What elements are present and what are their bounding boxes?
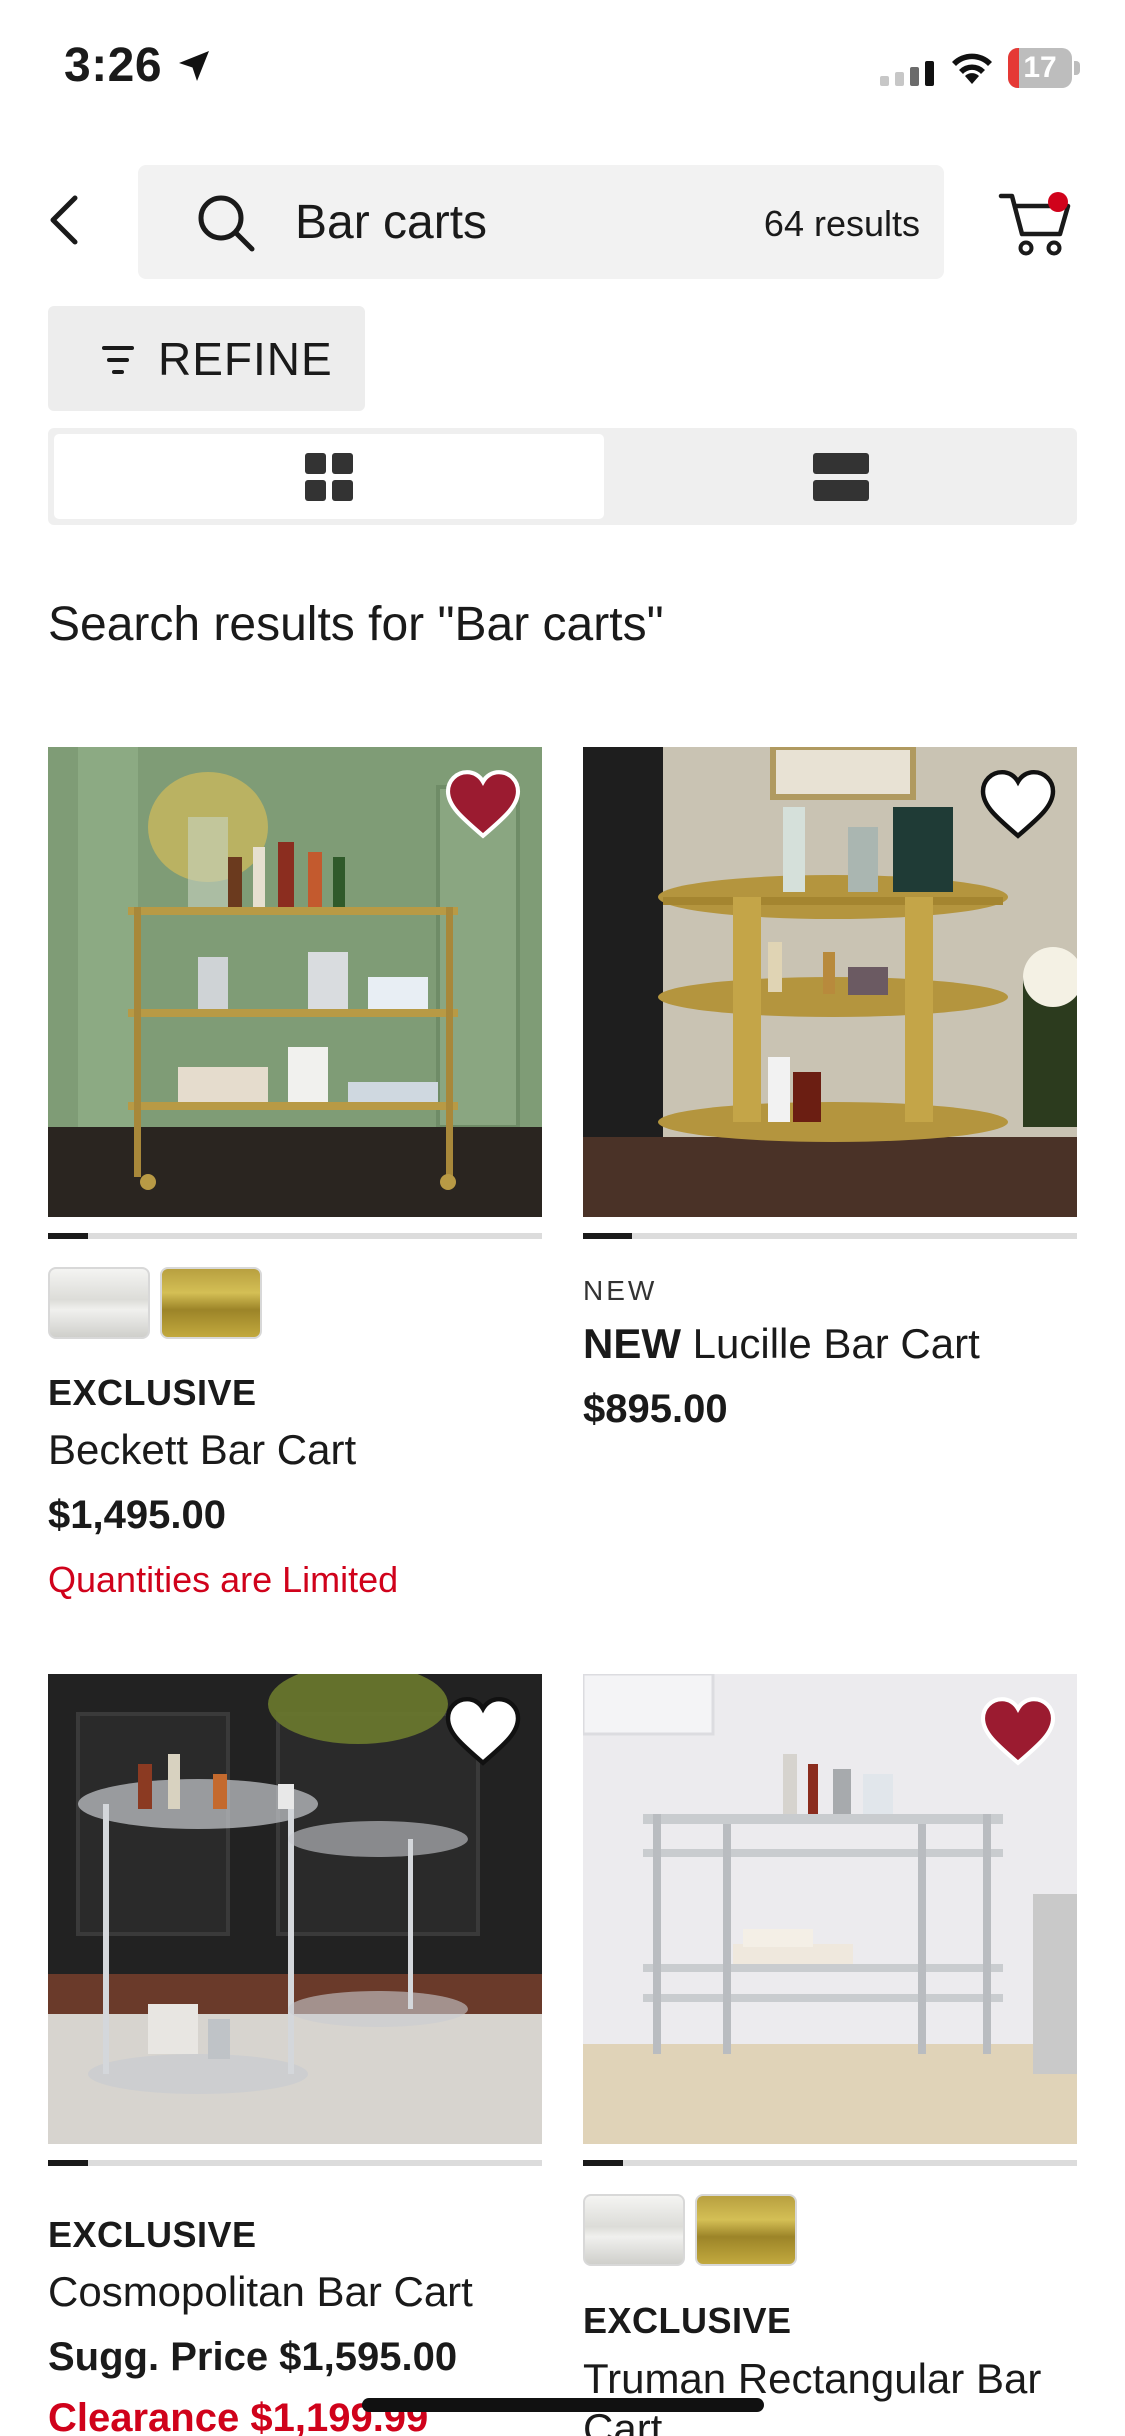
product-card[interactable]: EXCLUSIVE Beckett Bar Cart $1,495.00 Qua… [48, 747, 542, 1617]
image-carousel-indicator [583, 1233, 1077, 1239]
product-name[interactable]: Cosmopolitan Bar Cart [48, 2267, 542, 2317]
search-icon [198, 195, 255, 252]
favorite-heart-icon[interactable] [444, 1696, 522, 1766]
exclusive-badge: EXCLUSIVE [583, 2300, 792, 2341]
favorite-heart-icon[interactable] [979, 769, 1057, 839]
limited-quantity-note: Quantities are Limited [48, 1559, 399, 1600]
product-price: $1,495.00 [48, 1493, 226, 1537]
product-price: $895.00 [583, 1387, 728, 1431]
status-bar: 3:26 17 [0, 0, 1125, 135]
product-name[interactable]: Beckett Bar Cart [48, 1425, 542, 1475]
brass-swatch[interactable] [160, 1267, 262, 1339]
filter-lines-icon [102, 346, 134, 374]
search-query[interactable]: Bar carts [295, 195, 487, 251]
product-card[interactable]: EXCLUSIVE Truman Rectangular Bar Cart [583, 1674, 1077, 2436]
exclusive-badge: EXCLUSIVE [48, 2214, 257, 2255]
product-name[interactable]: NEW Lucille Bar Cart [583, 1319, 1077, 1369]
status-time: 3:26 [64, 39, 163, 92]
exclusive-badge: EXCLUSIVE [48, 1372, 257, 1413]
home-indicator [362, 2398, 764, 2412]
silver-swatch[interactable] [48, 1267, 150, 1339]
cart-notification-dot [1048, 192, 1068, 212]
new-prefix: NEW [583, 1320, 681, 1367]
cart-button[interactable] [998, 188, 1072, 258]
favorite-heart-icon[interactable] [979, 1696, 1057, 1766]
back-button[interactable] [38, 190, 90, 250]
new-tag: NEW [583, 1275, 658, 1306]
refine-button[interactable]: REFINE [48, 306, 365, 411]
product-card[interactable]: EXCLUSIVE Cosmopolitan Bar Cart Sugg. Pr… [48, 1674, 542, 2436]
grid-view-button[interactable] [54, 434, 604, 519]
image-carousel-indicator [583, 2160, 1077, 2166]
search-bar[interactable]: Bar carts 64 results [138, 165, 944, 279]
view-toggle [48, 428, 1077, 525]
product-image[interactable] [583, 747, 1077, 1217]
product-card[interactable]: NEW NEW Lucille Bar Cart $895.00 [583, 747, 1077, 1447]
color-swatches [583, 2194, 797, 2266]
brass-swatch[interactable] [695, 2194, 797, 2266]
favorite-heart-icon[interactable] [444, 769, 522, 839]
product-image[interactable] [583, 1674, 1077, 2144]
battery-percent: 17 [1023, 51, 1057, 84]
refine-label: REFINE [158, 333, 333, 385]
list-view-icon [812, 452, 869, 501]
battery-indicator: 17 [1008, 48, 1080, 88]
image-carousel-indicator [48, 2160, 542, 2166]
grid-view-icon [305, 452, 353, 501]
product-price: Sugg. Price $1,595.00 [48, 2335, 458, 2379]
results-count: 64 results [763, 203, 920, 244]
list-view-button[interactable] [610, 434, 1071, 519]
chevron-left-icon [50, 195, 78, 245]
location-arrow-icon [179, 51, 209, 81]
results-heading: Search results for "Bar carts" [48, 598, 664, 651]
product-image[interactable] [48, 1674, 542, 2144]
product-name[interactable]: Truman Rectangular Bar Cart [583, 2354, 1077, 2436]
wifi-icon [952, 53, 992, 84]
image-carousel-indicator [48, 1233, 542, 1239]
product-image[interactable] [48, 747, 542, 1217]
product-name-text: Lucille Bar Cart [692, 1320, 980, 1367]
silver-swatch[interactable] [583, 2194, 685, 2266]
color-swatches [48, 1267, 262, 1339]
cellular-signal-icon [880, 61, 934, 86]
